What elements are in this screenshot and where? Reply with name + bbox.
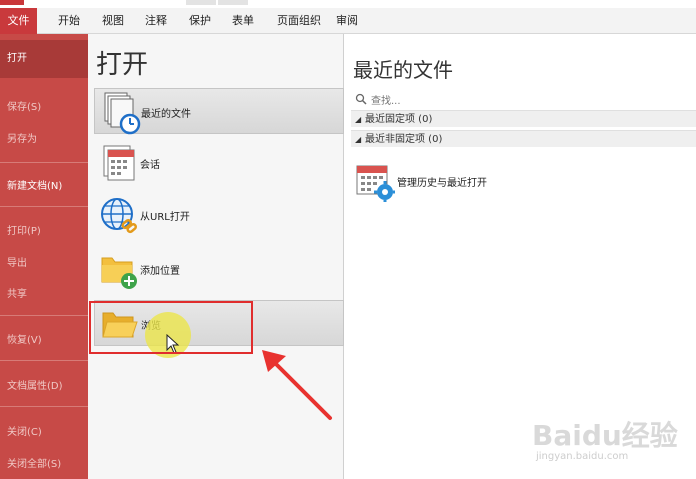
sidebar-item-document-properties[interactable]: 文档属性(D) bbox=[0, 377, 88, 392]
tab-file[interactable]: 文件 bbox=[0, 8, 37, 34]
collapse-triangle-icon: ◢ bbox=[355, 135, 362, 144]
sidebar-divider bbox=[0, 406, 88, 407]
sidebar-item-open[interactable]: 打开 bbox=[0, 40, 88, 78]
recent-files-clock-icon bbox=[104, 92, 141, 135]
sidebar-divider bbox=[0, 206, 88, 207]
red-arrow-annotation bbox=[262, 350, 332, 420]
sidebar-item-share[interactable]: 共享 bbox=[0, 285, 88, 300]
add-location-label: 添加位置 bbox=[140, 266, 180, 277]
tab-form[interactable]: 表单 bbox=[226, 8, 260, 34]
collapse-triangle-icon: ◢ bbox=[355, 115, 362, 124]
session-button[interactable]: 会话 bbox=[94, 140, 344, 186]
tab-review[interactable]: 审阅 bbox=[330, 8, 364, 34]
search-input[interactable]: 查找... bbox=[371, 92, 401, 107]
sidebar-item-save[interactable]: 保存(S) bbox=[0, 98, 88, 113]
tab-page-organize[interactable]: 页面组织 bbox=[270, 8, 328, 34]
window-tab[interactable] bbox=[218, 0, 248, 5]
sidebar-item-recover[interactable]: 恢复(V) bbox=[0, 331, 88, 346]
search-icon bbox=[355, 93, 367, 105]
watermark: Baidu经验 jingyan.baidu.com bbox=[532, 404, 696, 474]
sidebar-item-close[interactable]: 关闭(C) bbox=[0, 423, 88, 438]
sidebar-item-print[interactable]: 打印(P) bbox=[0, 222, 88, 237]
folder-add-icon bbox=[101, 257, 137, 289]
manage-history-button[interactable]: 管理历史与最近打开 bbox=[351, 160, 696, 202]
recent-files-label: 最近的文件 bbox=[141, 109, 191, 120]
sidebar-item-save-as[interactable]: 另存为 bbox=[0, 130, 88, 145]
recent-unpinned-label: 最近非固定项 (0) bbox=[365, 134, 443, 145]
app-logo bbox=[0, 0, 24, 5]
open-panel-title: 打开 bbox=[96, 50, 149, 80]
session-calendar-icon bbox=[103, 145, 135, 181]
watermark-url: jingyan.baidu.com bbox=[536, 451, 629, 462]
sidebar-divider bbox=[0, 162, 88, 163]
menu-bar: 文件 开始 视图 注释 保护 表单 页面组织 审阅 bbox=[0, 8, 696, 34]
calendar-gear-icon bbox=[356, 165, 395, 202]
globe-link-icon bbox=[101, 198, 137, 234]
window-tab[interactable] bbox=[186, 0, 216, 5]
manage-history-label: 管理历史与最近打开 bbox=[397, 178, 487, 189]
tab-home[interactable]: 开始 bbox=[52, 8, 86, 34]
recent-pinned-label: 最近固定项 (0) bbox=[365, 114, 433, 125]
recent-pinned-group[interactable]: ◢ 最近固定项 (0) bbox=[351, 110, 696, 127]
recent-files-button[interactable]: 最近的文件 bbox=[94, 88, 344, 135]
tab-protect[interactable]: 保护 bbox=[183, 8, 217, 34]
tab-comment[interactable]: 注释 bbox=[139, 8, 173, 34]
sidebar-item-export[interactable]: 导出 bbox=[0, 254, 88, 269]
sidebar-divider bbox=[0, 315, 88, 316]
recent-unpinned-group[interactable]: ◢ 最近非固定项 (0) bbox=[351, 130, 696, 147]
tab-view[interactable]: 视图 bbox=[96, 8, 130, 34]
watermark-brand: Baidu经验 bbox=[532, 419, 678, 452]
recent-files-title: 最近的文件 bbox=[353, 58, 453, 82]
recent-search[interactable]: 查找... bbox=[353, 91, 688, 107]
file-sidebar: 打开 保存(S) 另存为 新建文档(N) 打印(P) 导出 共享 恢复(V) 文… bbox=[0, 34, 88, 479]
sidebar-divider bbox=[0, 360, 88, 361]
browse-highlight-box bbox=[89, 301, 253, 354]
open-from-url-button[interactable]: 从URL打开 bbox=[94, 192, 344, 238]
session-label: 会话 bbox=[140, 160, 160, 171]
add-location-button[interactable]: 添加位置 bbox=[94, 246, 344, 292]
title-strip bbox=[0, 0, 696, 8]
sidebar-item-close-all[interactable]: 关闭全部(S) bbox=[0, 455, 88, 470]
sidebar-item-new-document[interactable]: 新建文档(N) bbox=[0, 177, 88, 192]
open-from-url-label: 从URL打开 bbox=[140, 212, 190, 223]
